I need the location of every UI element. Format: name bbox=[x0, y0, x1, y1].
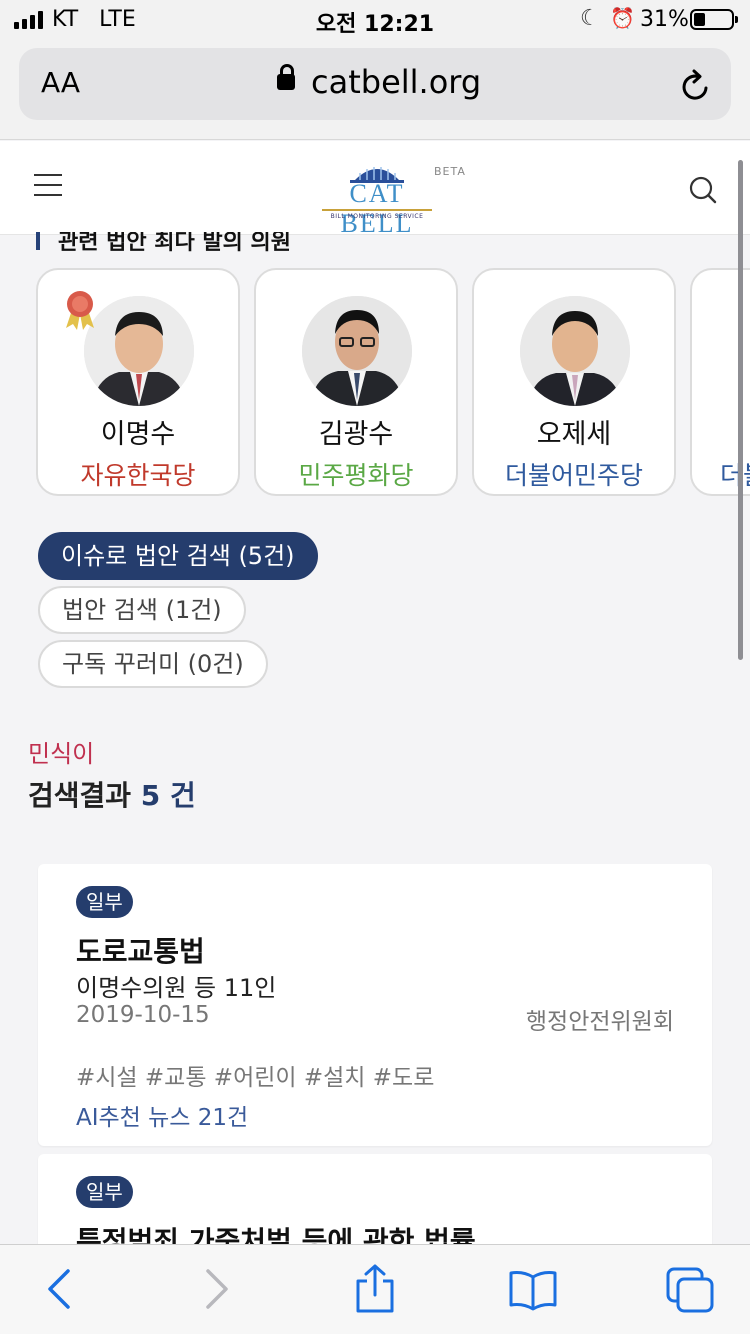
logo-subtitle: BILL MONITORING SERVICE bbox=[330, 213, 424, 220]
heading-accent-bar bbox=[36, 232, 40, 250]
menu-icon[interactable] bbox=[34, 174, 62, 200]
legislator-photo bbox=[302, 296, 412, 406]
share-icon[interactable] bbox=[354, 1263, 396, 1319]
browser-address-area: AA catbell.org bbox=[0, 40, 750, 140]
forward-icon[interactable] bbox=[202, 1267, 232, 1315]
scrollbar[interactable] bbox=[738, 160, 743, 660]
address-bar[interactable]: AA catbell.org bbox=[19, 48, 731, 120]
bill-date: 2019-10-15 bbox=[76, 1002, 210, 1028]
section-heading-text: 관련 법안 최다 발의 의원 bbox=[58, 232, 292, 255]
bill-card[interactable]: 일부 도로교통법 이명수의원 등 11인 2019-10-15 행정안전위원회 … bbox=[38, 864, 712, 1146]
legislator-party: 민주평화당 bbox=[298, 461, 414, 490]
section-heading: 관련 법안 최다 발의 의원 bbox=[36, 232, 436, 256]
tabs-icon[interactable] bbox=[664, 1265, 716, 1319]
beta-label: BETA bbox=[434, 165, 466, 178]
bill-proposer: 이명수의원 등 11인 bbox=[76, 974, 277, 1002]
url-text[interactable]: catbell.org bbox=[311, 63, 481, 101]
logo-underline bbox=[322, 209, 432, 211]
legislator-name: 오제세 bbox=[536, 419, 612, 450]
alarm-icon: ⏰ bbox=[610, 6, 635, 30]
legislator-party: 더불어민주당 bbox=[504, 461, 643, 490]
status-bar: KT LTE 오전 12:21 ☾ ⏰ 31% bbox=[0, 0, 750, 40]
search-icon[interactable] bbox=[688, 175, 718, 209]
bill-search-button[interactable]: 법안 검색 (1건) bbox=[38, 586, 246, 634]
site-logo[interactable]: CAT BELL BILL MONITORING SERVICE BETA bbox=[322, 161, 482, 238]
lock-icon bbox=[277, 64, 295, 90]
legislator-name: 이명수 bbox=[100, 419, 176, 450]
battery-percent: 31% bbox=[640, 7, 689, 32]
issue-search-button[interactable]: 이슈로 법안 검색 (5건) bbox=[38, 532, 318, 580]
browser-toolbar bbox=[0, 1244, 750, 1334]
legislator-party: 자유한국당 bbox=[80, 461, 196, 490]
back-icon[interactable] bbox=[44, 1267, 74, 1315]
battery-icon bbox=[690, 9, 738, 30]
result-count-value: 5 건 bbox=[140, 779, 196, 812]
legislator-card[interactable]: 김광수 민주평화당 bbox=[254, 268, 458, 496]
text-size-button[interactable]: AA bbox=[41, 66, 80, 99]
legislator-card[interactable]: 이명수 자유한국당 bbox=[36, 268, 240, 496]
ai-news-link[interactable]: AI추천 뉴스 21건 bbox=[76, 1098, 248, 1132]
moon-icon: ☾ bbox=[580, 6, 600, 31]
subscription-bundle-button[interactable]: 구독 꾸러미 (0건) bbox=[38, 640, 268, 688]
site-header: CAT BELL BILL MONITORING SERVICE BETA bbox=[0, 141, 750, 238]
search-keyword: 민식이 bbox=[28, 740, 95, 768]
award-ribbon-icon bbox=[62, 288, 98, 336]
result-count: 검색결과 5 건 bbox=[28, 774, 196, 814]
legislator-photo bbox=[520, 296, 630, 406]
bill-committee: 행정안전위원회 bbox=[525, 1009, 674, 1035]
bookmarks-icon[interactable] bbox=[508, 1269, 558, 1315]
bill-type-badge: 일부 bbox=[76, 1176, 133, 1208]
legislator-carousel[interactable]: 이명수 자유한국당 김광수 민주평화당 오제세 더불어민주당 더 bbox=[36, 268, 750, 498]
bill-type-badge: 일부 bbox=[76, 886, 133, 918]
legislator-name: 김광수 bbox=[318, 419, 394, 450]
bill-hashtags: #시설 #교통 #어린이 #설치 #도로 bbox=[76, 1065, 435, 1091]
reload-icon[interactable] bbox=[679, 68, 713, 108]
legislator-card[interactable]: 오제세 더불어민주당 bbox=[472, 268, 676, 496]
result-count-label: 검색결과 bbox=[28, 779, 132, 812]
screen: KT LTE 오전 12:21 ☾ ⏰ 31% AA catbell.org C… bbox=[0, 0, 750, 1334]
legislator-photo bbox=[84, 296, 194, 406]
clock: 오전 12:21 bbox=[315, 12, 435, 37]
bill-title[interactable]: 도로교통법 bbox=[76, 930, 205, 970]
